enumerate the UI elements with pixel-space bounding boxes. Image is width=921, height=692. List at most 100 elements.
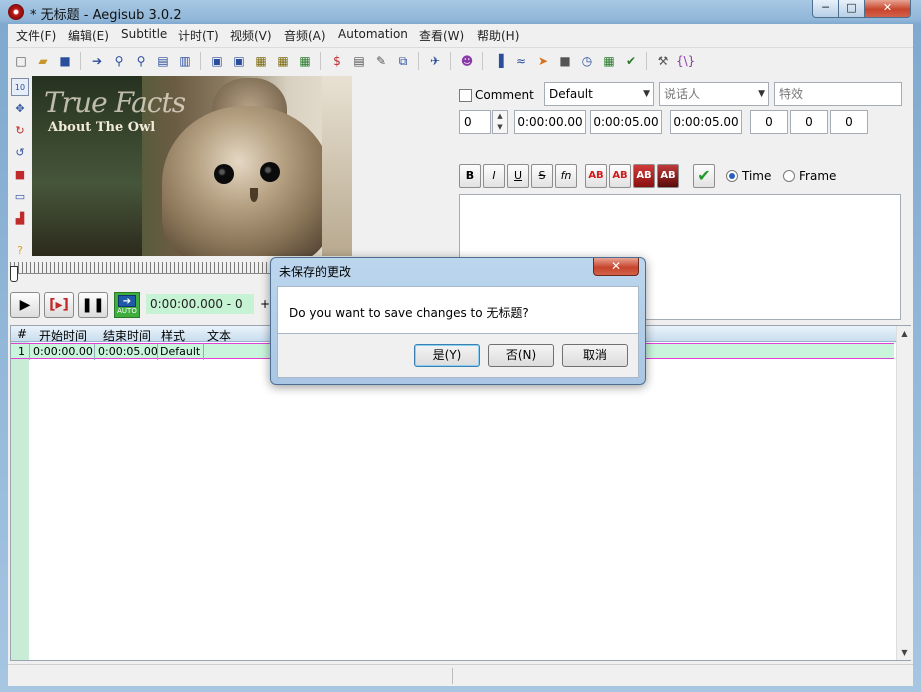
dialog-title: 未保存的更改	[279, 265, 352, 279]
menu-edit[interactable]: 编辑(E)	[68, 27, 109, 44]
fonts-collector-icon[interactable]: ▦	[252, 52, 270, 70]
menu-view[interactable]: 查看(W)	[419, 27, 464, 44]
help-icon[interactable]: ?	[11, 242, 29, 260]
rotate-xy-tool-icon[interactable]: ↺	[11, 144, 29, 162]
menu-subtitle[interactable]: Subtitle	[121, 27, 167, 41]
margin-right-field[interactable]: 0	[790, 110, 828, 134]
select-lines-icon[interactable]: ■	[556, 52, 574, 70]
resample-icon[interactable]: ⧉	[394, 52, 412, 70]
menu-file[interactable]: 文件(F)	[16, 27, 56, 44]
tools-icon[interactable]: ⚒	[654, 52, 672, 70]
secondary-color-button[interactable]: AB	[609, 164, 631, 188]
frame-offset-label: +	[260, 297, 271, 311]
auto-scroll-toggle[interactable]: ➔ AUTO	[114, 292, 140, 318]
properties-icon[interactable]: ▣	[208, 52, 226, 70]
pause-button[interactable]: ❚❚	[78, 292, 108, 318]
override-tags-icon[interactable]: {\}	[676, 52, 695, 70]
video-details-icon[interactable]: ▦	[296, 52, 314, 70]
jump-to-icon[interactable]: ➔	[88, 52, 106, 70]
close-button[interactable]: ✕	[864, 0, 911, 18]
outline-color-button[interactable]: AB	[633, 164, 655, 188]
video-display[interactable]: True Facts About The Owl	[32, 76, 352, 256]
style-editor-icon[interactable]: ▤	[350, 52, 368, 70]
kanji-timer-icon[interactable]: ☻	[458, 52, 476, 70]
attachments-icon[interactable]: ▣	[230, 52, 248, 70]
aegisub-app-icon[interactable]	[8, 4, 24, 20]
effect-field[interactable]: 特效	[774, 82, 902, 106]
translation-icon[interactable]: ✎	[372, 52, 390, 70]
find-replace-icon[interactable]: ✈	[426, 52, 444, 70]
zoom-out-icon[interactable]: ⚲	[132, 52, 150, 70]
strikeout-button[interactable]: S	[531, 164, 553, 188]
video-seek-bar[interactable]	[10, 262, 272, 274]
yes-button[interactable]: 是(Y)	[414, 344, 480, 367]
maximize-button[interactable]: □	[838, 0, 865, 18]
commit-check-icon[interactable]: ✔	[693, 164, 715, 188]
start-time-field[interactable]: 0:00:00.00	[514, 110, 586, 134]
grid-scrollbar[interactable]: ▲ ▼	[896, 326, 911, 660]
menu-video[interactable]: 视频(V)	[230, 27, 272, 44]
new-file-icon[interactable]: □	[12, 52, 30, 70]
comment-checkbox[interactable]	[459, 89, 472, 102]
scale-tool-icon[interactable]: ■	[11, 166, 29, 184]
chevron-down-icon: ▼	[643, 89, 650, 99]
frame-radio[interactable]	[783, 170, 795, 182]
export-icon[interactable]: ▥	[176, 52, 194, 70]
shadow-color-button[interactable]: AB	[657, 164, 679, 188]
karaoke-icon[interactable]: ➤	[534, 52, 552, 70]
time-radio[interactable]	[726, 170, 738, 182]
rotate-z-tool-icon[interactable]: ↻	[11, 122, 29, 140]
layer-field[interactable]: 0	[459, 110, 491, 134]
italic-button[interactable]: I	[483, 164, 505, 188]
status-bar	[8, 664, 913, 686]
styles-manager-icon[interactable]: $	[328, 52, 346, 70]
chevron-down-icon: ▼	[758, 89, 765, 99]
menu-bar: 文件(F) 编辑(E) Subtitle 计时(T) 视频(V) 音频(A) A…	[8, 24, 913, 46]
menu-timing[interactable]: 计时(T)	[178, 27, 219, 44]
drag-tool-icon[interactable]: ✥	[11, 100, 29, 118]
unsaved-changes-dialog: 未保存的更改 ✕ Do you want to save changes to …	[270, 257, 646, 385]
check-icon[interactable]: ✔	[622, 52, 640, 70]
film-icon[interactable]: ▦	[274, 52, 292, 70]
standard-tool-icon[interactable]: 10	[11, 78, 29, 96]
timer-icon[interactable]: ◷	[578, 52, 596, 70]
cancel-button[interactable]: 取消	[562, 344, 628, 367]
spell-check-icon[interactable]: ▦	[600, 52, 618, 70]
menu-audio[interactable]: 音频(A)	[284, 27, 326, 44]
video-zoom-icon[interactable]: ▤	[154, 52, 172, 70]
primary-color-button[interactable]: AB	[585, 164, 607, 188]
margin-vertical-field[interactable]: 0	[830, 110, 868, 134]
timing-post-processor-icon[interactable]: ≈	[512, 52, 530, 70]
row-style: Default	[160, 345, 201, 358]
menu-help[interactable]: 帮助(H)	[477, 27, 519, 44]
play-button[interactable]: ▶	[10, 292, 40, 318]
clip-tool-icon[interactable]: ▭	[11, 188, 29, 206]
menu-automation[interactable]: Automation	[338, 27, 408, 41]
col-text-header: 文本	[207, 329, 232, 343]
row-number: 1	[18, 345, 25, 358]
duration-field[interactable]: 0:00:05.00	[670, 110, 742, 134]
scroll-up-icon[interactable]: ▲	[897, 326, 912, 341]
owl-image	[162, 106, 332, 256]
zoom-in-icon[interactable]: ⚲	[110, 52, 128, 70]
layer-spinner[interactable]: ▲ ▼	[492, 110, 508, 134]
video-time-field[interactable]: 0:00:00.000 - 0	[146, 294, 254, 314]
minimize-button[interactable]: ─	[812, 0, 839, 18]
save-icon[interactable]: ■	[56, 52, 74, 70]
shift-times-icon[interactable]: ▐	[490, 52, 508, 70]
bold-button[interactable]: B	[459, 164, 481, 188]
font-button[interactable]: fn	[555, 164, 577, 188]
no-button[interactable]: 否(N)	[488, 344, 554, 367]
actor-dropdown[interactable]: 说话人 ▼	[659, 82, 769, 106]
seek-thumb[interactable]	[10, 266, 18, 282]
end-time-field[interactable]: 0:00:05.00	[590, 110, 662, 134]
scroll-down-icon[interactable]: ▼	[897, 645, 912, 660]
open-folder-icon[interactable]: ▰	[34, 52, 52, 70]
vector-clip-tool-icon[interactable]: ▟	[11, 210, 29, 228]
style-dropdown[interactable]: Default ▼	[544, 82, 654, 106]
underline-button[interactable]: U	[507, 164, 529, 188]
style-value: Default	[549, 87, 593, 101]
dialog-close-button[interactable]: ✕	[593, 258, 639, 276]
margin-left-field[interactable]: 0	[750, 110, 788, 134]
play-line-button[interactable]: [▸]	[44, 292, 74, 318]
